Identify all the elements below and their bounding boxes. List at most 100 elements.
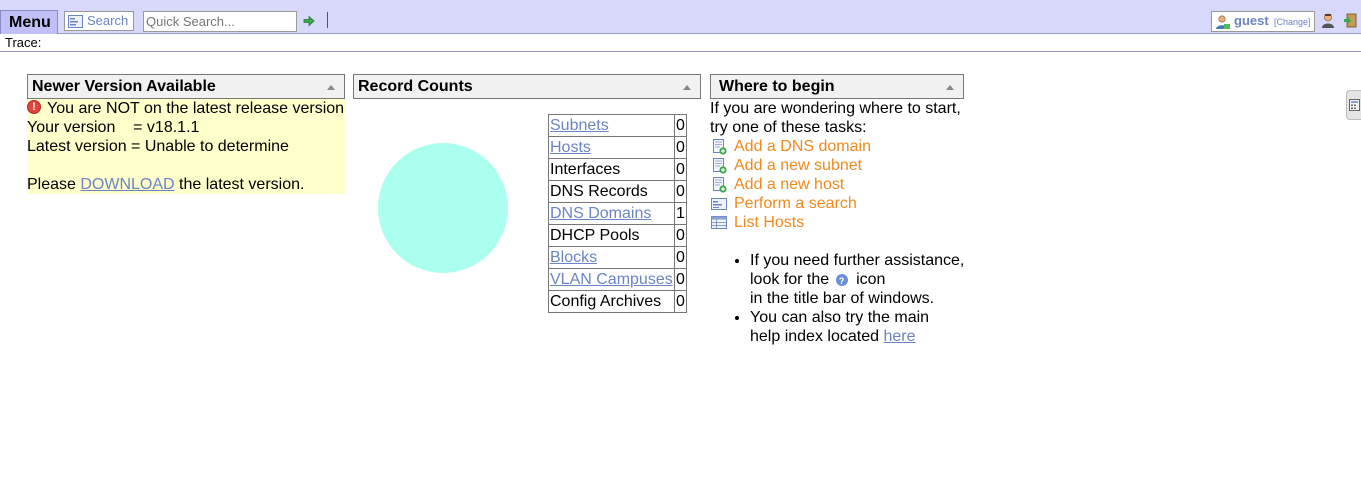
newer-version-title: Newer Version Available <box>32 78 216 95</box>
newer-version-header[interactable]: Newer Version Available <box>27 74 345 99</box>
record-count-name-cell: DHCP Pools <box>548 224 675 247</box>
list-table-icon <box>711 216 727 229</box>
download-row: Please DOWNLOAD the latest version. <box>27 175 345 194</box>
record-count-value: 0 <box>674 114 687 137</box>
record-type-label: Interfaces <box>550 160 621 178</box>
task-label: Add a new host <box>734 176 845 193</box>
add-page-icon <box>713 158 727 174</box>
record-counts-table: Subnets 0 Hosts 0 Interfaces 0 DNS Records 0 DNS… <box>548 114 687 313</box>
record-count-row: VLAN Campuses 0 <box>548 268 687 291</box>
intro-line-1: If you are wondering where to start, <box>710 100 961 117</box>
add-page-icon <box>713 177 727 193</box>
collapse-icon[interactable] <box>946 85 954 90</box>
record-count-name-cell: Interfaces <box>548 158 675 181</box>
record-count-name-cell: Config Archives <box>548 290 675 313</box>
help-index-link[interactable]: here <box>883 328 915 345</box>
record-type-label: DNS Records <box>550 182 648 200</box>
newer-version-body: You are NOT on the latest release versio… <box>27 98 345 194</box>
record-type-link[interactable]: Hosts <box>550 139 591 156</box>
help-text: If you need further assistance, <box>750 252 965 269</box>
record-count-name-cell: DNS Records <box>548 180 675 203</box>
download-prefix: Please <box>27 176 81 193</box>
help-text: look for the <box>750 271 830 288</box>
task-link[interactable]: Add a new host <box>710 175 871 194</box>
record-count-name-cell: Blocks <box>548 246 675 269</box>
version-warning-text: You are NOT on the latest release versio… <box>47 100 345 117</box>
search-form-icon <box>68 15 83 28</box>
user-box[interactable]: guest [Change] <box>1211 11 1315 32</box>
record-count-value: 0 <box>674 268 687 291</box>
help-text: in the title bar of windows. <box>750 290 935 307</box>
record-type-link[interactable]: VLAN Campuses <box>550 271 673 288</box>
record-count-row: DNS Domains 1 <box>548 202 687 225</box>
record-count-row: DNS Records 0 <box>548 180 687 203</box>
help-text: You can also try the main <box>750 309 930 326</box>
record-count-name-cell: DNS Domains <box>548 202 675 225</box>
help-question-icon <box>835 272 848 291</box>
help-item: You can also try the main help index loc… <box>750 308 980 346</box>
user-name[interactable]: guest <box>1234 13 1269 28</box>
record-count-row: DHCP Pools 0 <box>548 224 687 247</box>
record-count-name-cell: Subnets <box>548 114 675 137</box>
record-counts-header[interactable]: Record Counts <box>353 74 701 99</box>
task-label: Add a DNS domain <box>734 138 871 155</box>
where-to-begin-intro: If you are wondering where to start, try… <box>710 99 970 137</box>
record-count-value: 0 <box>674 224 687 247</box>
help-text: icon <box>856 271 886 288</box>
task-link[interactable]: Add a DNS domain <box>710 137 871 156</box>
help-item: If you need further assistance, look for… <box>750 251 980 308</box>
record-type-link[interactable]: DNS Domains <box>550 205 651 222</box>
record-type-label: DHCP Pools <box>550 226 640 244</box>
record-count-row: Interfaces 0 <box>548 158 687 181</box>
record-count-row: Hosts 0 <box>548 136 687 159</box>
collapse-icon[interactable] <box>683 85 691 90</box>
user-icon <box>1216 15 1230 29</box>
record-count-value: 0 <box>674 180 687 203</box>
task-link[interactable]: Perform a search <box>710 194 871 213</box>
calculator-icon <box>1349 99 1360 111</box>
intro-line-2: try one of these tasks: <box>710 119 867 136</box>
change-user-link[interactable]: [Change] <box>1274 17 1311 27</box>
help-text: help index located <box>750 328 884 345</box>
top-bar: Menu Search guest [Change] <box>0 0 1361 34</box>
download-link[interactable]: DOWNLOAD <box>80 176 174 193</box>
where-to-begin-header[interactable]: Where to begin <box>710 74 964 99</box>
task-label: Perform a search <box>734 195 857 212</box>
side-panel-tab[interactable] <box>1346 90 1361 120</box>
task-link[interactable]: List Hosts <box>710 213 871 232</box>
warning-icon <box>27 98 41 117</box>
collapse-icon[interactable] <box>327 85 335 90</box>
record-type-link[interactable]: Subnets <box>550 117 609 134</box>
record-counts-pie-chart <box>378 143 508 273</box>
where-to-begin-title: Where to begin <box>719 78 835 95</box>
record-count-row: Subnets 0 <box>548 114 687 137</box>
go-arrow-icon[interactable] <box>303 15 315 27</box>
record-count-row: Config Archives 0 <box>548 290 687 313</box>
task-list: Add a DNS domain Add a new subnet Add a ne… <box>710 137 871 232</box>
trace-bar: Trace: <box>0 35 1361 52</box>
search-button[interactable]: Search <box>64 11 134 31</box>
record-count-value: 0 <box>674 158 687 181</box>
record-count-value: 0 <box>674 246 687 269</box>
record-count-value: 0 <box>674 290 687 313</box>
task-label: Add a new subnet <box>734 157 863 174</box>
task-label: List Hosts <box>734 214 805 231</box>
record-type-label: Config Archives <box>550 292 662 310</box>
version-warning-row: You are NOT on the latest release versio… <box>27 98 345 118</box>
pie-slice-dns-domains <box>378 143 508 273</box>
task-link[interactable]: Add a new subnet <box>710 156 871 175</box>
toolbar-separator <box>327 12 328 28</box>
logout-icon[interactable] <box>1344 13 1358 28</box>
record-type-link[interactable]: Blocks <box>550 249 597 266</box>
record-count-name-cell: Hosts <box>548 136 675 159</box>
record-counts-title: Record Counts <box>358 78 473 95</box>
user-profile-icon[interactable] <box>1321 13 1335 28</box>
record-count-value: 0 <box>674 136 687 159</box>
search-button-label: Search <box>87 13 129 28</box>
quick-search-input[interactable] <box>143 11 297 32</box>
menu-button[interactable]: Menu <box>0 10 58 34</box>
latest-version-text: Latest version = Unable to determine <box>27 138 289 155</box>
record-count-row: Blocks 0 <box>548 246 687 269</box>
download-suffix: the latest version. <box>174 176 305 193</box>
